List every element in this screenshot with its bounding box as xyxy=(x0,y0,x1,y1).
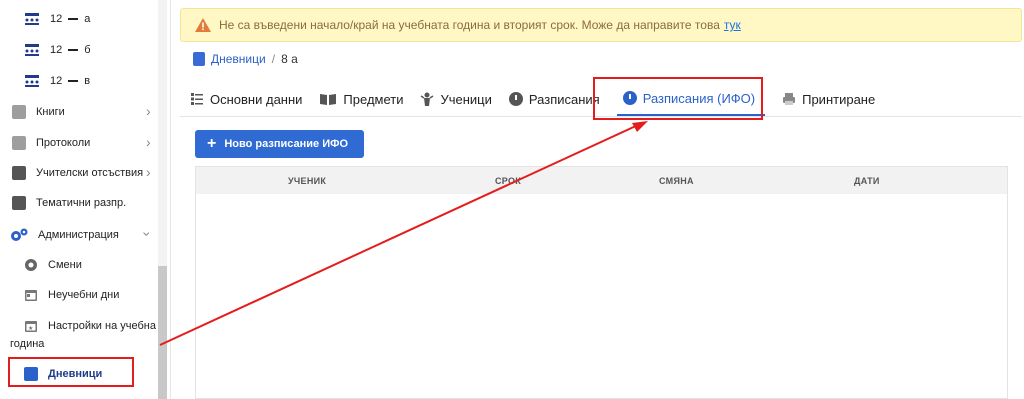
tab-subjects[interactable]: Предмети xyxy=(319,82,403,116)
tab-label: Ученици xyxy=(440,91,492,107)
sidebar-item-label-line2: година xyxy=(10,338,44,350)
class-grade: 12 xyxy=(50,75,63,87)
highlight-box-sidebar xyxy=(8,357,134,387)
warning-banner: Не са въведени начало/край на учебната г… xyxy=(180,8,1022,42)
arrow-head xyxy=(632,121,648,132)
sidebar-item-label: Книги xyxy=(36,106,65,118)
chevron-right-icon[interactable]: › xyxy=(146,134,151,150)
student-icon xyxy=(421,92,434,106)
sidebar: 12 а 12 б 12 в Книги › Протоколи › Учителск… xyxy=(0,0,170,399)
column-header-shift[interactable]: СМЯНА xyxy=(659,176,694,186)
class-grade: 12 xyxy=(50,44,63,56)
warning-icon xyxy=(195,18,211,32)
table-header: УЧЕНИК СРОК СМЯНА ДАТИ xyxy=(196,167,1007,194)
sidebar-class-12a[interactable]: 12 а xyxy=(24,12,90,26)
column-header-dates[interactable]: ДАТИ xyxy=(854,176,880,186)
tab-bar: Основни данни Предмети Ученици Разписани… xyxy=(190,82,892,116)
sidebar-item-label: Протоколи xyxy=(36,137,91,149)
dash xyxy=(68,18,79,20)
list-icon xyxy=(191,93,203,105)
tab-schedules[interactable]: Разписания xyxy=(508,82,600,116)
tab-label: Предмети xyxy=(343,91,404,107)
sidebar-class-12b[interactable]: 12 б xyxy=(24,43,91,57)
sidebar-item-label: Тематични разпр. xyxy=(36,197,127,209)
tab-label: Разписания xyxy=(528,91,600,107)
sidebar-item-label: Смени xyxy=(48,259,82,271)
sidebar-item-teacher-absences[interactable]: Учителски отсъствия xyxy=(12,166,143,180)
column-header-term[interactable]: СРОК xyxy=(495,176,521,186)
sidebar-item-shifts[interactable]: Смени xyxy=(24,258,82,272)
svg-text:★: ★ xyxy=(28,325,33,332)
chevron-down-icon[interactable]: › xyxy=(139,232,155,237)
sidebar-item-label: Настройки на учебна xyxy=(48,320,156,332)
sidebar-item-non-school-days[interactable]: Неучебни дни xyxy=(24,288,119,302)
highlight-box-tab xyxy=(593,77,763,120)
gears-icon xyxy=(11,228,28,241)
book-icon xyxy=(12,196,26,210)
tab-label: Принтиране xyxy=(802,91,876,107)
banner-text: Не са въведени начало/край на учебната г… xyxy=(219,18,720,32)
sidebar-item-label: Администрация xyxy=(38,229,119,241)
schedules-table: УЧЕНИК СРОК СМЯНА ДАТИ xyxy=(195,166,1008,399)
clock-icon xyxy=(508,92,523,106)
sidebar-scrollbar-thumb[interactable] xyxy=(158,266,167,399)
dash xyxy=(68,49,79,51)
tab-students[interactable]: Ученици xyxy=(420,82,492,116)
protocols-icon xyxy=(12,136,26,150)
sidebar-item-label: Учителски отсъствия xyxy=(36,167,144,179)
tab-basic-data[interactable]: Основни данни xyxy=(190,82,302,116)
books-icon xyxy=(12,105,26,119)
sidebar-class-12v[interactable]: 12 в xyxy=(24,74,90,88)
class-section: б xyxy=(84,44,91,56)
chevron-right-icon[interactable]: › xyxy=(146,103,151,119)
class-icon xyxy=(25,44,39,56)
chevron-right-icon[interactable]: › xyxy=(146,164,151,180)
label-continuation: година xyxy=(10,338,45,350)
breadcrumb-separator: / xyxy=(271,52,276,66)
print-icon xyxy=(783,93,796,105)
sidebar-item-thematic[interactable]: Тематични разпр. xyxy=(12,196,126,210)
new-ifo-schedule-button[interactable]: + Ново разписание ИФО xyxy=(195,130,364,158)
sidebar-divider xyxy=(170,0,171,399)
breadcrumb-current: 8 а xyxy=(281,52,298,66)
plus-icon: + xyxy=(207,135,217,152)
breadcrumb: Дневници / 8 а xyxy=(193,52,298,66)
sidebar-item-protocols[interactable]: Протоколи xyxy=(12,136,90,150)
class-icon xyxy=(25,75,39,87)
column-header-student[interactable]: УЧЕНИК xyxy=(288,176,326,186)
button-label: Ново разписание ИФО xyxy=(224,138,349,150)
tab-print[interactable]: Принтиране xyxy=(782,82,875,116)
open-book-icon xyxy=(320,94,337,105)
sidebar-item-books[interactable]: Книги xyxy=(12,105,65,119)
sidebar-item-label: Неучебни дни xyxy=(48,289,120,301)
class-section: а xyxy=(84,13,91,25)
calendar-icon xyxy=(25,290,37,301)
book-icon xyxy=(193,52,205,66)
sidebar-item-administration[interactable]: Администрация xyxy=(10,227,119,243)
tab-label: Основни данни xyxy=(210,91,303,107)
dash xyxy=(68,80,79,82)
class-grade: 12 xyxy=(50,13,63,25)
calendar-star-icon: ★ xyxy=(25,321,37,332)
shifts-icon xyxy=(25,259,37,271)
class-section: в xyxy=(84,75,91,87)
sidebar-item-school-year-settings[interactable]: ★ Настройки на учебна xyxy=(24,319,156,333)
class-icon xyxy=(25,13,39,25)
breadcrumb-parent[interactable]: Дневници xyxy=(211,52,266,66)
banner-link[interactable]: тук xyxy=(724,18,741,32)
teacher-absence-icon xyxy=(12,166,26,180)
